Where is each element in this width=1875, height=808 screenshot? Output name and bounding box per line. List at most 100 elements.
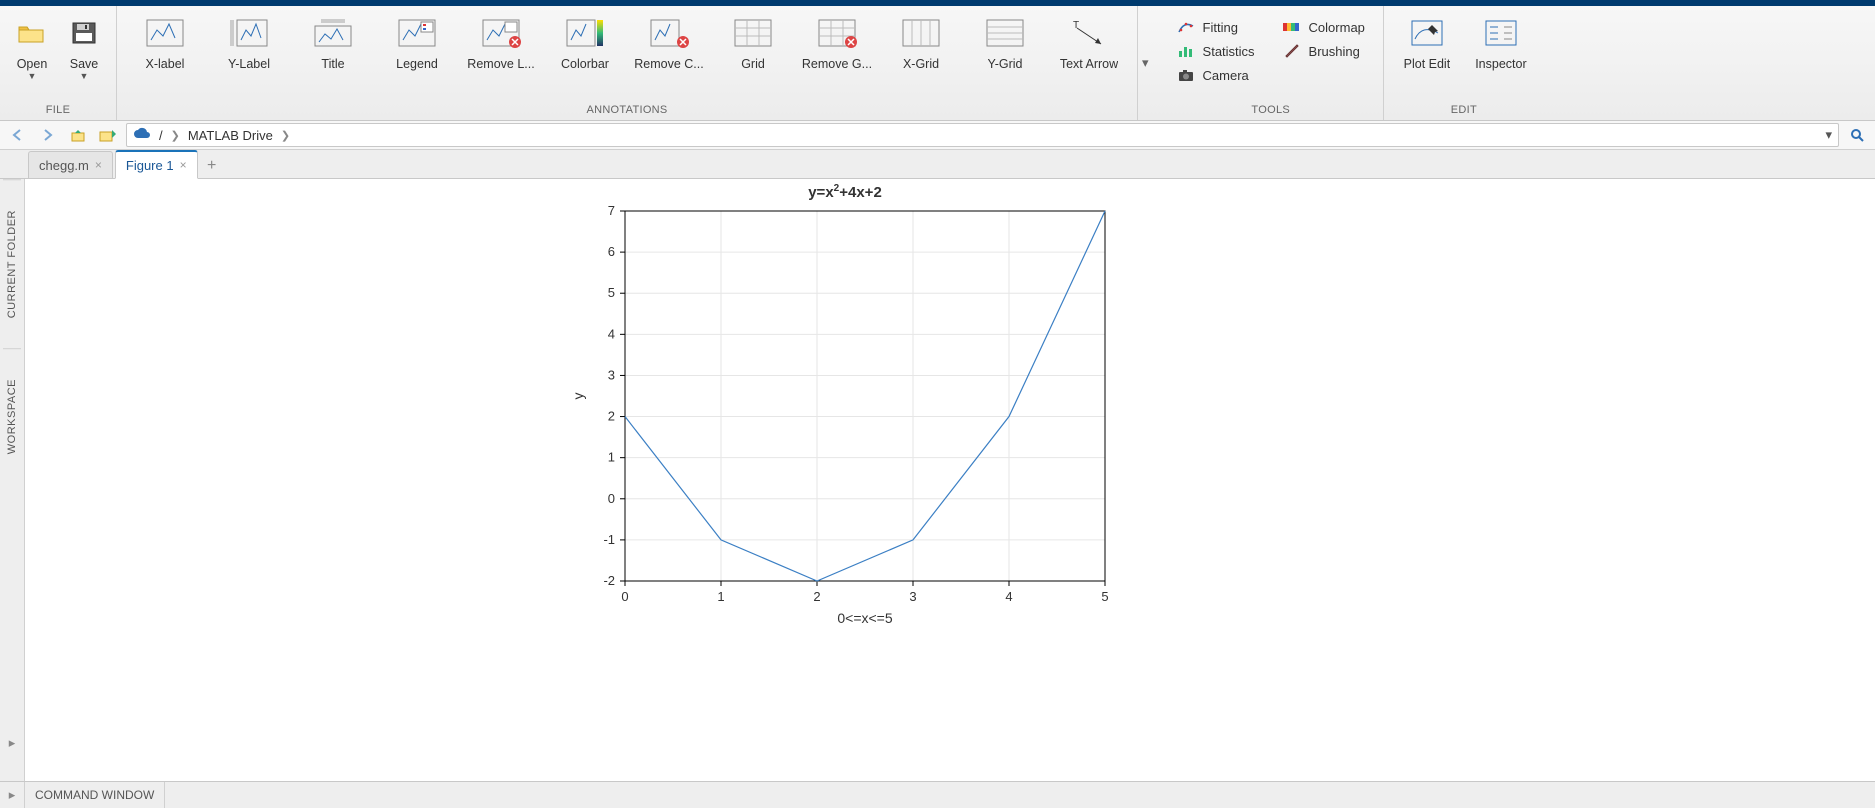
ann-label: Title bbox=[321, 57, 344, 71]
new-tab-button[interactable]: + bbox=[200, 154, 224, 178]
svg-text:5: 5 bbox=[1101, 589, 1108, 604]
remove-legend-icon bbox=[479, 15, 523, 51]
command-window-title[interactable]: COMMAND WINDOW bbox=[25, 782, 165, 808]
camera-label: Camera bbox=[1203, 68, 1249, 83]
open-button[interactable]: Open ▼ bbox=[6, 10, 58, 102]
side-tab-current-folder[interactable]: CURRENT FOLDER bbox=[3, 179, 21, 348]
annotations-more-dropdown[interactable]: ▾ bbox=[1138, 6, 1153, 120]
cloud-icon bbox=[133, 127, 151, 144]
colormap-icon bbox=[1283, 19, 1301, 35]
text-arrow-icon: T bbox=[1067, 15, 1111, 51]
plot-edit-button[interactable]: Plot Edit bbox=[1390, 10, 1464, 102]
path-root: / bbox=[159, 128, 163, 143]
chart-title: y=x2+4x+2 bbox=[565, 183, 1125, 201]
svg-text:6: 6 bbox=[608, 244, 615, 259]
brush-icon bbox=[1283, 43, 1301, 59]
app-root: Open ▼ Save ▼ FILE X-labelY-LabelTitleLe… bbox=[0, 0, 1875, 808]
chart: y=x2+4x+2 012345-2-1012345670<=x<=5y bbox=[565, 179, 1125, 619]
svg-text:0: 0 bbox=[621, 589, 628, 604]
ann-label: Legend bbox=[396, 57, 438, 71]
ylabel-icon bbox=[227, 15, 271, 51]
folder-open-icon bbox=[10, 15, 54, 51]
search-icon[interactable] bbox=[1845, 124, 1869, 146]
ann-label: Remove L... bbox=[467, 57, 534, 71]
plot-svg: 012345-2-1012345670<=x<=5y bbox=[565, 201, 1125, 631]
close-icon[interactable]: × bbox=[180, 158, 187, 172]
grid-button[interactable]: Grid bbox=[711, 10, 795, 102]
path-segment-drive[interactable]: MATLAB Drive bbox=[188, 128, 273, 143]
command-window-bar: ▸ COMMAND WINDOW bbox=[0, 781, 1875, 808]
save-button[interactable]: Save ▼ bbox=[58, 10, 110, 102]
ylabel-button[interactable]: Y-Label bbox=[207, 10, 291, 102]
side-tab-workspace[interactable]: WORKSPACE bbox=[3, 348, 21, 484]
title-icon bbox=[311, 15, 355, 51]
ann-label: Text Arrow bbox=[1060, 57, 1118, 71]
ann-label: Grid bbox=[741, 57, 765, 71]
nav-up-button[interactable] bbox=[66, 124, 90, 146]
close-icon[interactable]: × bbox=[95, 158, 102, 172]
ygrid-button[interactable]: Y-Grid bbox=[963, 10, 1047, 102]
ygrid-icon bbox=[983, 15, 1027, 51]
svg-text:1: 1 bbox=[608, 450, 615, 465]
nav-forward-button[interactable] bbox=[36, 124, 60, 146]
figure-canvas: y=x2+4x+2 012345-2-1012345670<=x<=5y bbox=[25, 179, 1875, 781]
statistics-label: Statistics bbox=[1203, 44, 1255, 59]
path-input[interactable]: / ❯ MATLAB Drive ❯ ▾ bbox=[126, 123, 1839, 147]
ann-label: Remove C... bbox=[634, 57, 703, 71]
statistics-button[interactable]: Statistics bbox=[1169, 40, 1263, 62]
floppy-disk-icon bbox=[62, 15, 106, 51]
toolstrip: Open ▼ Save ▼ FILE X-labelY-LabelTitleLe… bbox=[0, 6, 1875, 121]
inspector-button[interactable]: Inspector bbox=[1464, 10, 1538, 102]
colormap-label: Colormap bbox=[1309, 20, 1365, 35]
command-expand-button[interactable]: ▸ bbox=[0, 782, 25, 808]
svg-text:4: 4 bbox=[1005, 589, 1012, 604]
ann-label: X-label bbox=[146, 57, 185, 71]
xgrid-button[interactable]: X-Grid bbox=[879, 10, 963, 102]
tab-label: Figure 1 bbox=[126, 158, 174, 173]
chevron-right-icon: ❯ bbox=[171, 129, 180, 142]
remove-colorbar-button[interactable]: Remove C... bbox=[627, 10, 711, 102]
open-label: Open bbox=[17, 57, 48, 71]
svg-text:-1: -1 bbox=[603, 532, 615, 547]
text-arrow-button[interactable]: T Text Arrow bbox=[1047, 10, 1131, 102]
ann-label: Remove G... bbox=[802, 57, 872, 71]
tools-caption: TOOLS bbox=[1251, 104, 1290, 116]
fitting-label: Fitting bbox=[1203, 20, 1238, 35]
nav-browse-button[interactable] bbox=[96, 124, 120, 146]
remove-legend-button[interactable]: Remove L... bbox=[459, 10, 543, 102]
chevron-right-icon: ❯ bbox=[281, 129, 290, 142]
ann-label: X-Grid bbox=[903, 57, 939, 71]
edit-group: Plot Edit Inspector EDIT bbox=[1384, 6, 1544, 120]
main-body: CURRENT FOLDER WORKSPACE ▸ y=x2+4x+2 0 1 2… bbox=[0, 179, 1875, 781]
xgrid-icon bbox=[899, 15, 943, 51]
path-dropdown[interactable]: ▾ bbox=[1825, 127, 1832, 143]
brushing-button[interactable]: Brushing bbox=[1275, 40, 1373, 62]
tab-figure1[interactable]: Figure 1 × bbox=[115, 150, 198, 179]
camera-icon bbox=[1177, 67, 1195, 83]
remove-colorbar-icon bbox=[647, 15, 691, 51]
colormap-button[interactable]: Colormap bbox=[1275, 16, 1373, 38]
svg-text:2: 2 bbox=[813, 589, 820, 604]
svg-text:0<=x<=5: 0<=x<=5 bbox=[837, 610, 892, 626]
xlabel-icon bbox=[143, 15, 187, 51]
fitting-button[interactable]: Fitting bbox=[1169, 16, 1263, 38]
colorbar-button[interactable]: Colorbar bbox=[543, 10, 627, 102]
tab-chegg[interactable]: chegg.m × bbox=[28, 151, 113, 178]
svg-text:3: 3 bbox=[608, 367, 615, 382]
brushing-label: Brushing bbox=[1309, 44, 1360, 59]
remove-grid-button[interactable]: Remove G... bbox=[795, 10, 879, 102]
svg-text:-2: -2 bbox=[603, 573, 615, 588]
camera-button[interactable]: Camera bbox=[1169, 64, 1263, 86]
fitting-icon bbox=[1177, 19, 1195, 35]
annotations-caption: ANNOTATIONS bbox=[586, 104, 667, 116]
ann-label: Colorbar bbox=[561, 57, 609, 71]
svg-text:7: 7 bbox=[608, 203, 615, 218]
tools-group: Fitting Statistics Camera Colormap bbox=[1153, 6, 1384, 120]
nav-back-button[interactable] bbox=[6, 124, 30, 146]
title-button[interactable]: Title bbox=[291, 10, 375, 102]
svg-text:5: 5 bbox=[608, 285, 615, 300]
side-expand-button[interactable]: ▸ bbox=[0, 733, 24, 753]
xlabel-button[interactable]: X-label bbox=[123, 10, 207, 102]
ann-label: Y-Grid bbox=[988, 57, 1023, 71]
legend-button[interactable]: Legend bbox=[375, 10, 459, 102]
